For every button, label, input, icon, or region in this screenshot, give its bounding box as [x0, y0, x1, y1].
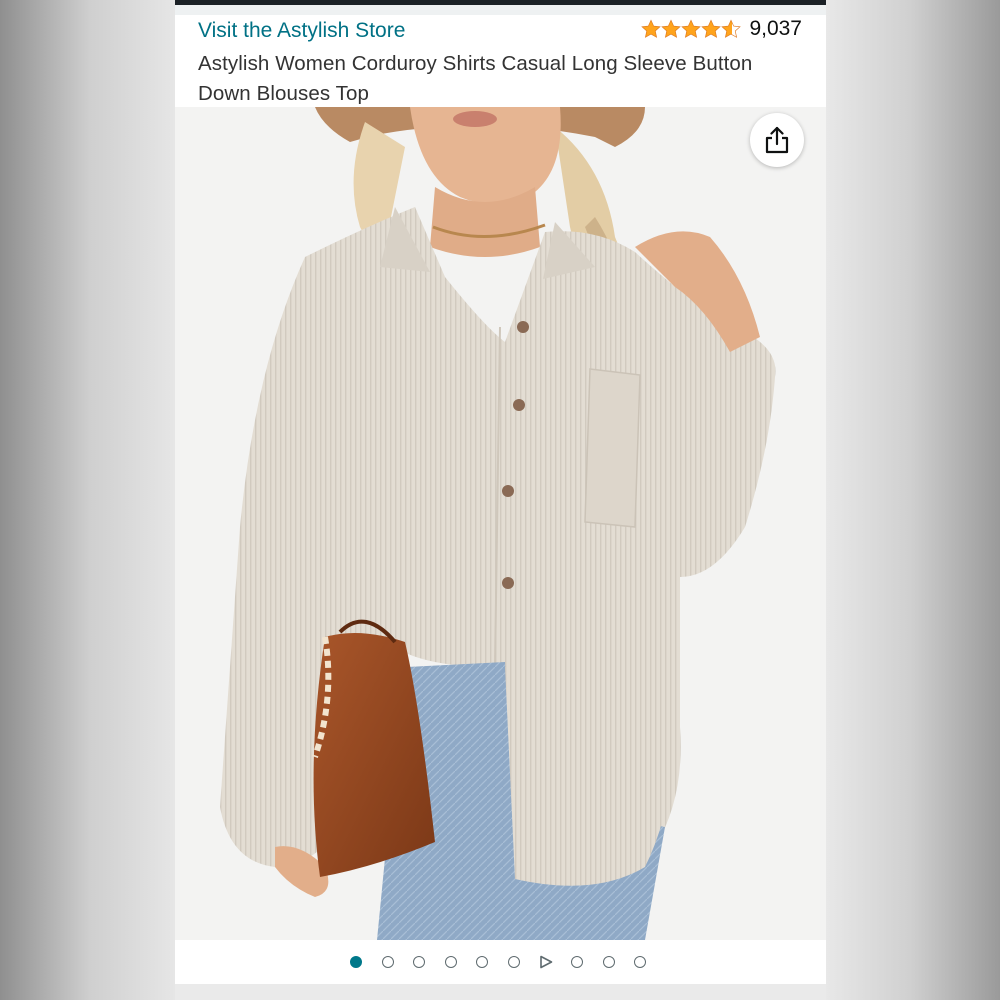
carousel-dot-active[interactable] — [350, 956, 362, 968]
carousel-dot[interactable] — [413, 956, 425, 968]
product-photo[interactable] — [175, 107, 826, 940]
product-page: Visit the Astylish Store 9,037 Astylish … — [175, 0, 826, 1000]
product-image-viewer[interactable] — [175, 107, 826, 940]
star-icon — [641, 19, 662, 38]
carousel-dot[interactable] — [634, 956, 646, 968]
star-icon — [701, 19, 722, 38]
share-icon — [765, 126, 789, 154]
star-icon — [661, 19, 682, 38]
bottom-divider — [175, 984, 826, 1000]
carousel-dot[interactable] — [571, 956, 583, 968]
carousel-dot[interactable] — [507, 956, 520, 968]
carousel-dot[interactable] — [602, 956, 615, 968]
product-title: Astylish Women Corduroy Shirts Casual Lo… — [198, 52, 753, 105]
image-carousel-indicator — [175, 940, 826, 984]
video-play-icon[interactable] — [539, 955, 553, 969]
product-header: Visit the Astylish Store 9,037 Astylish … — [175, 15, 826, 107]
header-divider — [175, 5, 826, 15]
half-star-icon — [721, 19, 742, 38]
star-icon — [681, 19, 702, 38]
store-link[interactable]: Visit the Astylish Store — [198, 19, 405, 43]
star-rating — [641, 19, 742, 39]
carousel-dot[interactable] — [381, 956, 394, 968]
rating-summary[interactable]: 9,037 — [641, 17, 802, 41]
rating-count: 9,037 — [749, 17, 802, 40]
carousel-dot[interactable] — [476, 956, 488, 968]
carousel-dot[interactable] — [444, 956, 457, 968]
share-button[interactable] — [750, 113, 804, 167]
